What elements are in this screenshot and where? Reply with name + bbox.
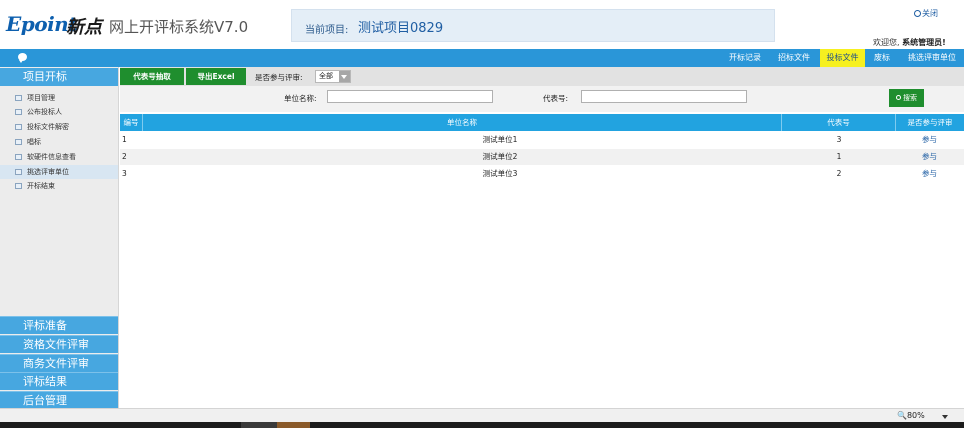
export-excel-button[interactable]: 导出Excel	[186, 68, 246, 85]
row-unit-name: 测试单位2	[482, 152, 518, 161]
row-unit-name: 测试单位1	[482, 135, 518, 144]
nav-select-review-units[interactable]: 挑选评审单位	[901, 49, 963, 67]
sidebar-section-commercial-review[interactable]: 商务文件评审	[0, 354, 118, 372]
table-header: 编号 单位名称 代表号 是否参与评审	[120, 114, 964, 131]
nav-bid-opening-record[interactable]: 开标记录	[723, 49, 767, 67]
current-project-panel: 当前项目: 测试项目0829	[291, 9, 775, 42]
nav-bid-file[interactable]: 投标文件	[820, 49, 865, 67]
sidebar-section-qualification-review[interactable]: 资格文件评审	[0, 335, 118, 353]
sidebar-item-label: 投标文件解密	[27, 123, 69, 131]
sidebar-item-label: 开标结束	[27, 182, 55, 190]
project-label: 当前项目:	[305, 25, 349, 36]
participate-link[interactable]: 参与	[895, 132, 964, 148]
top-navigation: 开标记录 招标文件 投标文件 废标 挑选评审单位	[0, 49, 964, 67]
code-label: 代表号:	[543, 94, 569, 103]
row-number: 1	[122, 135, 127, 144]
draw-code-button[interactable]: 代表号抽取	[120, 68, 184, 85]
sidebar-item-decrypt-bid-files[interactable]: 投标文件解密	[0, 120, 118, 134]
sidebar-item-publish-bidders[interactable]: 公布投标人	[0, 105, 118, 119]
sidebar-item-select-review-units[interactable]: 挑选评审单位	[0, 165, 118, 179]
table-row: 1 测试单位1 3 参与	[120, 132, 964, 148]
item-icon	[15, 95, 22, 101]
project-name: 测试项目0829	[358, 21, 444, 36]
review-filter-value: 全部	[319, 72, 333, 80]
logo-chinese: 新点	[66, 17, 102, 38]
row-code: 2	[836, 169, 842, 178]
sidebar-item-hardware-info[interactable]: 软硬件信息查看	[0, 150, 118, 164]
user-name: 系统管理员!	[902, 38, 946, 47]
app-title: 网上开评标系统V7.0	[109, 18, 249, 36]
app-header: Epoint 新点 网上开评标系统V7.0 当前项目: 测试项目0829 关闭 …	[0, 0, 964, 48]
close-label: 关闭	[922, 9, 938, 18]
power-icon	[914, 10, 921, 17]
chevron-down-icon	[339, 71, 350, 82]
item-icon	[15, 139, 22, 145]
nav-tender-file[interactable]: 招标文件	[772, 49, 816, 67]
search-button-label: 搜索	[903, 94, 917, 102]
taskbar-item[interactable]	[277, 422, 310, 428]
search-button[interactable]: 搜索	[889, 89, 924, 107]
sidebar-item-label: 挑选评审单位	[27, 168, 69, 176]
sidebar-item-label: 公布投标人	[27, 108, 62, 116]
sidebar-item-project-management[interactable]: 项目管理	[0, 91, 118, 105]
taskbar-item[interactable]	[241, 422, 277, 428]
search-panel: 单位名称: 代表号: 搜索	[120, 86, 964, 112]
chat-icon[interactable]	[18, 53, 27, 63]
sidebar-section-admin[interactable]: 后台管理	[0, 391, 118, 409]
sidebar-item-label: 软硬件信息查看	[27, 153, 76, 161]
review-filter-label: 是否参与评审:	[255, 73, 303, 82]
sidebar-section-evaluation-result[interactable]: 评标结果	[0, 372, 118, 390]
row-code: 1	[836, 152, 842, 161]
zoom-level[interactable]: 🔍80%	[897, 411, 925, 420]
status-bar: 🔍80%	[0, 408, 964, 422]
column-header-participate: 是否参与评审	[907, 118, 953, 127]
item-icon	[15, 109, 22, 115]
item-icon	[15, 183, 22, 189]
table-row: 2 测试单位2 1 参与	[120, 149, 964, 165]
welcome-message: 欢迎您, 系统管理员!	[873, 37, 946, 48]
toolbar: 代表号抽取 导出Excel 是否参与评审: 全部	[120, 67, 964, 86]
participate-link[interactable]: 参与	[895, 149, 964, 165]
sidebar-item-label: 项目管理	[27, 94, 55, 102]
item-icon	[15, 169, 22, 175]
item-icon	[15, 154, 22, 160]
unit-name-label: 单位名称:	[284, 94, 317, 103]
search-icon	[896, 95, 901, 100]
row-code: 3	[836, 135, 842, 144]
nav-invalid-bid[interactable]: 废标	[867, 49, 897, 67]
row-number: 3	[122, 169, 127, 178]
item-icon	[15, 124, 22, 130]
taskbar	[0, 422, 964, 428]
column-header-code: 代表号	[782, 114, 896, 131]
review-filter-select[interactable]: 全部	[315, 70, 351, 83]
column-header-unit-name: 单位名称	[143, 114, 782, 131]
zoom-dropdown-icon[interactable]	[942, 415, 948, 419]
code-input[interactable]	[581, 90, 747, 103]
sidebar-item-label: 唱标	[27, 138, 41, 146]
sidebar-section-evaluation-prep[interactable]: 评标准备	[0, 316, 118, 334]
welcome-text: 欢迎您,	[873, 38, 900, 47]
sidebar: 项目开标 项目管理 公布投标人 投标文件解密 唱标 软硬件信息查看 挑选评审单位…	[0, 67, 119, 409]
table-row: 3 测试单位3 2 参与	[120, 166, 964, 182]
row-number: 2	[122, 152, 127, 161]
sidebar-item-opening-end[interactable]: 开标结束	[0, 179, 118, 193]
column-header-number: 编号	[120, 114, 143, 131]
sidebar-header[interactable]: 项目开标	[0, 68, 118, 86]
unit-name-input[interactable]	[327, 90, 493, 103]
close-button[interactable]: 关闭	[914, 8, 938, 19]
sidebar-item-bid-reading[interactable]: 唱标	[0, 135, 118, 149]
row-unit-name: 测试单位3	[482, 169, 518, 178]
participate-link[interactable]: 参与	[895, 166, 964, 182]
zoom-value: 80%	[906, 411, 925, 420]
